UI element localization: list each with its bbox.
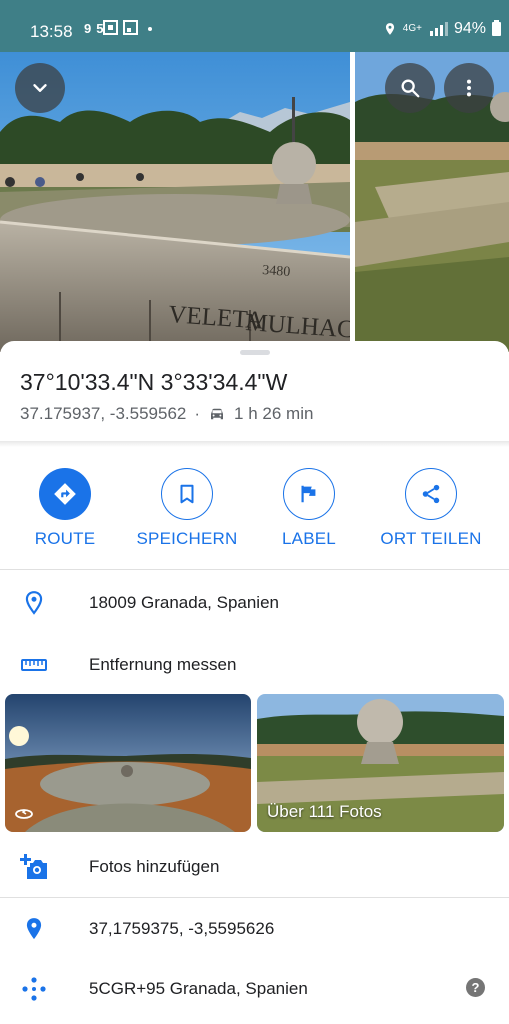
more-photos-label: Über 111 Fotos xyxy=(267,802,382,821)
route-label: ROUTE xyxy=(34,529,96,548)
decimal-coords: 37.175937, -3.559562 xyxy=(20,404,187,423)
collapse-button[interactable] xyxy=(15,63,65,113)
place-sheet: 37°10'33.4"N 3°33'34.4"W 37.175937, -3.5… xyxy=(0,341,509,1024)
divider-photos xyxy=(0,897,509,898)
status-bar: 13:58 95 4G+ 94% xyxy=(0,0,509,52)
ruler-icon xyxy=(20,651,48,679)
place-subtitle: 37.175937, -3.559562 · 1 h 26 min xyxy=(20,404,313,424)
add-photo-icon xyxy=(20,853,48,881)
address-text: 18009 Granada, Spanien xyxy=(89,593,279,612)
battery-percent: 94% xyxy=(453,20,486,37)
car-icon xyxy=(211,408,224,420)
separator-dot: · xyxy=(194,404,201,423)
plus-code-text: 5CGR+95 Granada, Spanien xyxy=(89,979,308,998)
share-circle[interactable] xyxy=(405,468,457,520)
help-icon[interactable]: ? xyxy=(466,978,485,997)
save-label: SPEICHERN xyxy=(136,529,238,548)
panorama-image xyxy=(5,694,251,832)
notification-icons-glyphs: 95 xyxy=(84,20,152,36)
search-icon xyxy=(401,79,420,98)
share-icon xyxy=(422,484,440,504)
coordinates-row[interactable]: 37,1759375, -3,5595626 xyxy=(0,901,509,957)
divider-actions xyxy=(0,569,509,570)
share-label: ORT TEILEN xyxy=(380,529,482,548)
photo-thumb-360[interactable] xyxy=(5,694,251,832)
route-circle[interactable] xyxy=(39,468,91,520)
chevron-down-icon xyxy=(33,84,47,92)
panorama-360-icon xyxy=(15,809,33,819)
coordinates-text: 37,1759375, -3,5595626 xyxy=(89,919,275,938)
address-row[interactable]: 18009 Granada, Spanien xyxy=(0,575,509,631)
clock: 13:58 xyxy=(30,22,73,41)
battery-icon xyxy=(492,20,501,36)
location-status-icon xyxy=(385,23,394,35)
status-right: 4G+ 94% xyxy=(383,20,501,38)
label-button[interactable]: LABEL xyxy=(248,468,370,549)
header-shadow xyxy=(0,441,509,447)
place-title: 37°10'33.4"N 3°33'34.4"W xyxy=(20,369,288,395)
share-button[interactable]: ORT TEILEN xyxy=(370,468,492,549)
notification-icons: 95 xyxy=(84,20,154,39)
more-vert-icon xyxy=(466,79,472,97)
label-circle[interactable] xyxy=(283,468,335,520)
save-button[interactable]: SPEICHERN xyxy=(126,468,248,549)
add-photos-row[interactable]: Fotos hinzufügen xyxy=(0,839,509,895)
search-button[interactable] xyxy=(385,63,435,113)
altitude-engraving: 3480 xyxy=(262,263,291,280)
bookmark-icon xyxy=(180,484,194,504)
label-label: LABEL xyxy=(282,529,336,548)
add-photos-text: Fotos hinzufügen xyxy=(89,857,220,876)
directions-icon xyxy=(54,483,76,505)
location-pin-icon xyxy=(20,915,48,943)
photo-thumb-more[interactable]: Über 111 Fotos xyxy=(257,694,504,832)
drag-handle[interactable] xyxy=(240,350,270,355)
flag-icon xyxy=(301,485,316,503)
save-circle[interactable] xyxy=(161,468,213,520)
drive-time: 1 h 26 min xyxy=(234,404,314,423)
photo-carousel[interactable]: VELETA MULHACEN 3480 xyxy=(0,52,509,352)
plus-code-icon xyxy=(20,975,48,1003)
location-pin-outline-icon xyxy=(20,589,48,617)
network-type: 4G+ xyxy=(402,23,422,34)
signal-icon xyxy=(429,22,448,36)
plus-code-row[interactable]: 5CGR+95 Granada, Spanien ? xyxy=(0,961,509,1017)
measure-distance-row[interactable]: Entfernung messen xyxy=(0,637,509,693)
overflow-menu-button[interactable] xyxy=(444,63,494,113)
route-button[interactable]: ROUTE xyxy=(4,468,126,549)
measure-distance-text: Entfernung messen xyxy=(89,655,237,674)
